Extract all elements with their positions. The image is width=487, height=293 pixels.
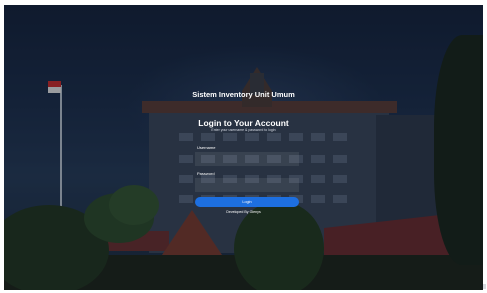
login-subtitle: Enter your username & password to login <box>211 128 276 132</box>
corner-mark <box>483 284 486 289</box>
background-photo: Sistem Inventory Unit Umum Login to Your… <box>4 5 483 290</box>
developer-credit: Developed By Glenys <box>226 210 261 214</box>
password-input[interactable] <box>195 178 299 192</box>
login-heading: Login to Your Account <box>198 118 289 128</box>
app-title: Sistem Inventory Unit Umum <box>192 90 295 99</box>
password-label: Password <box>197 171 215 176</box>
login-panel: Sistem Inventory Unit Umum Login to Your… <box>4 5 483 290</box>
username-label: Username <box>197 145 216 150</box>
username-input[interactable] <box>195 152 299 166</box>
login-button[interactable]: Login <box>195 197 299 207</box>
